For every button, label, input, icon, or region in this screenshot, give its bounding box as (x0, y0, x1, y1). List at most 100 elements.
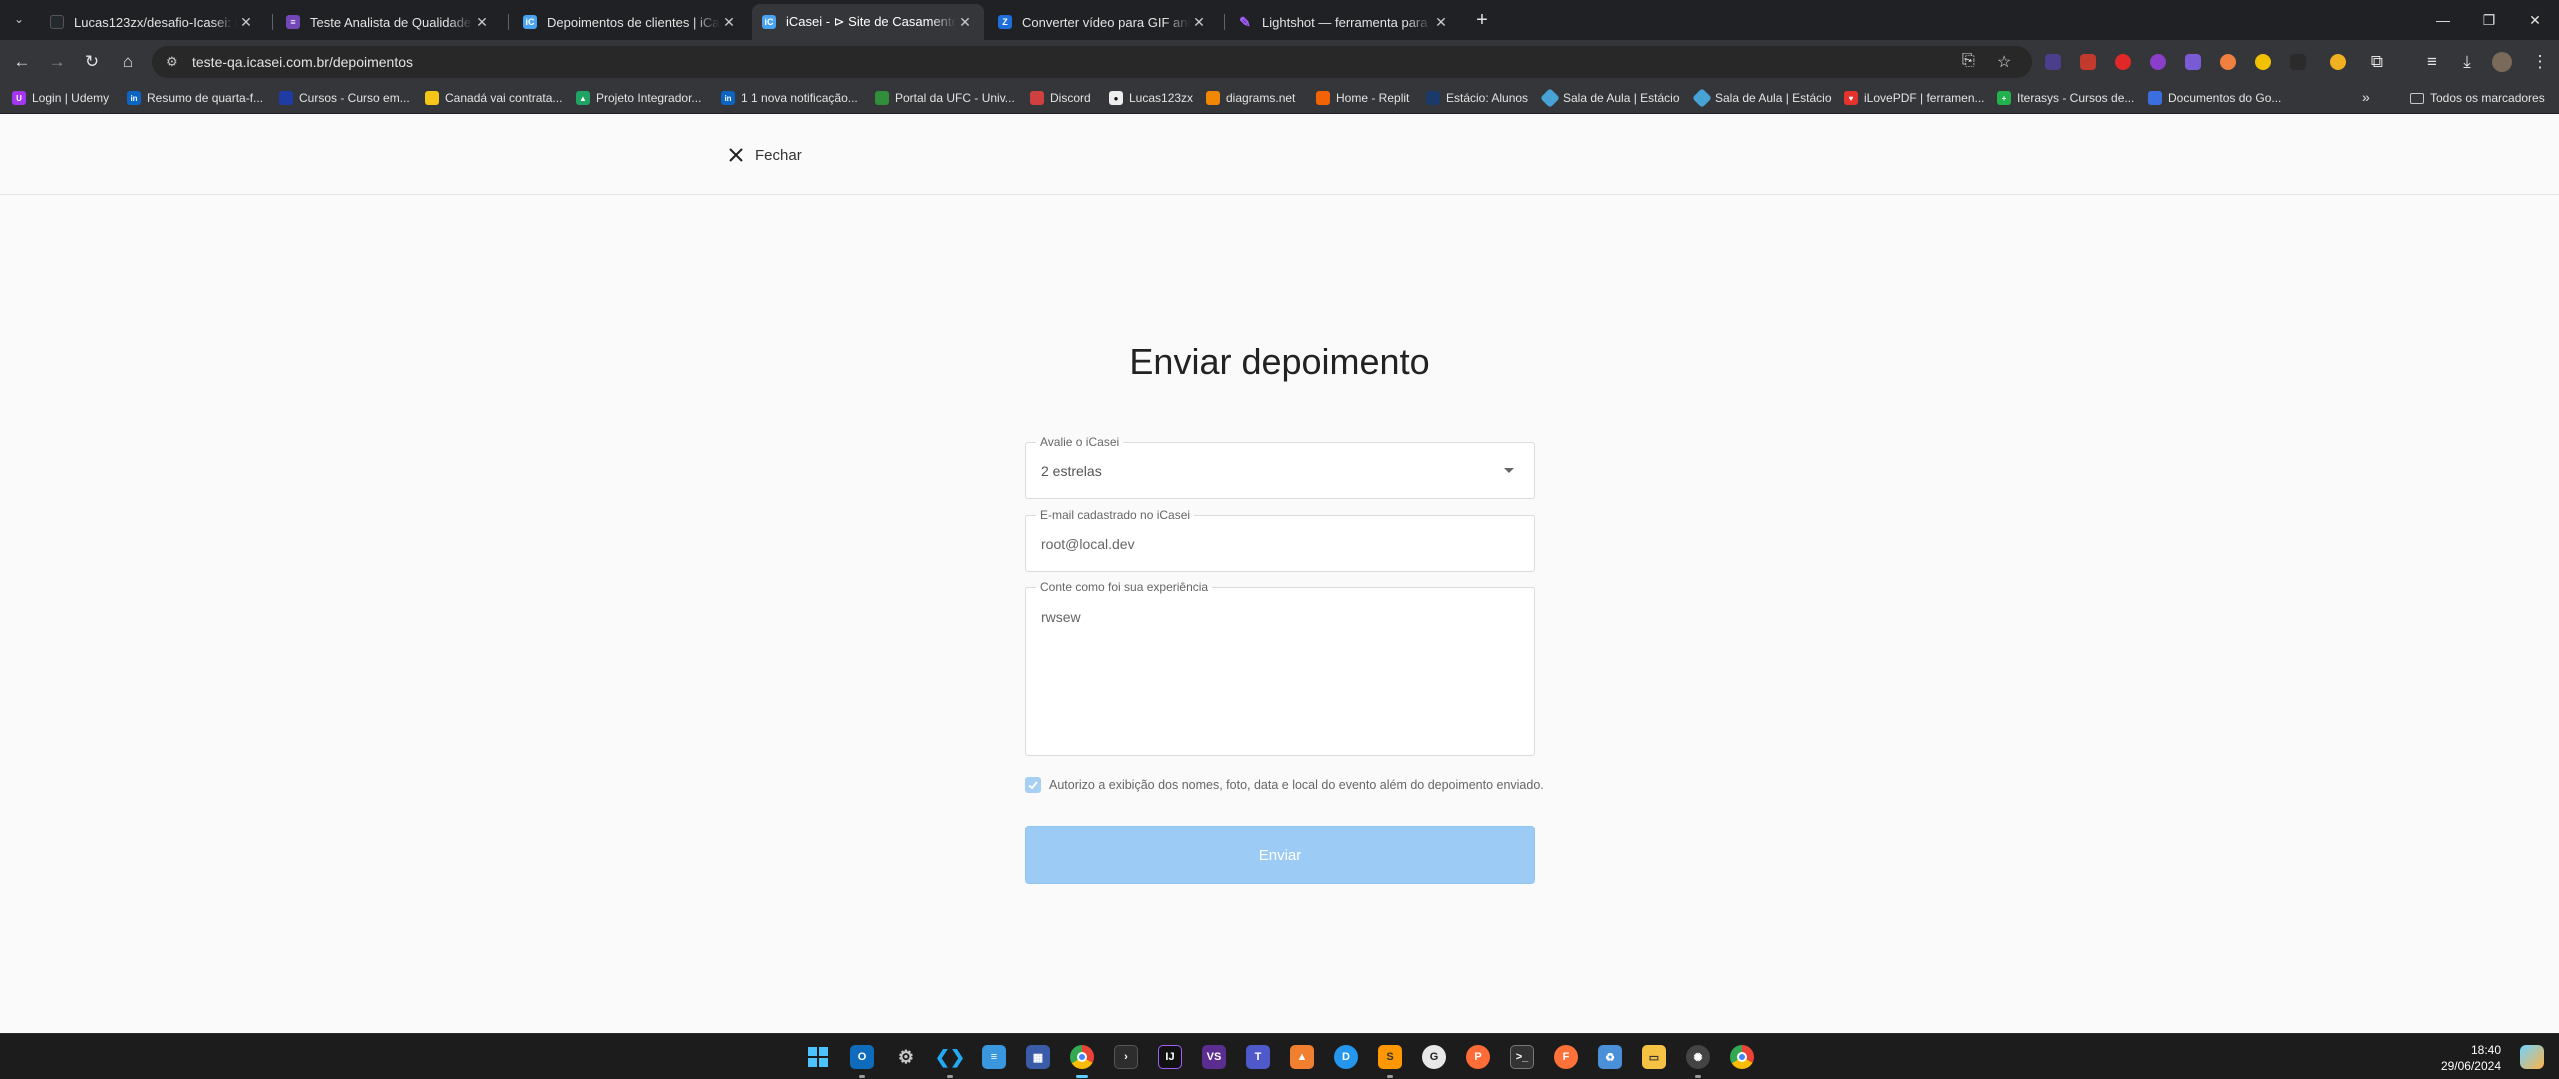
extension-icon[interactable] (2330, 54, 2346, 70)
bookmark-item[interactable]: Discord (1030, 91, 1091, 105)
bookmark-item[interactable]: Portal da UFC - Univ... (875, 91, 1015, 105)
windows-start-icon[interactable] (806, 1045, 830, 1069)
reading-list-icon[interactable]: ≡ (2420, 50, 2444, 74)
submit-button[interactable]: Enviar (1025, 826, 1535, 884)
close-tab-icon[interactable]: ✕ (720, 14, 738, 31)
bookmark-label: Cursos - Curso em... (299, 91, 410, 105)
app-icon[interactable]: ▲ (1290, 1045, 1314, 1069)
browser-tab[interactable]: ✎ Lightshot — ferramenta para ca ✕ (1228, 4, 1460, 40)
new-tab-icon[interactable]: + (1470, 8, 1494, 32)
back-icon[interactable]: ← (10, 50, 34, 74)
docker-icon[interactable]: D (1334, 1045, 1358, 1069)
notepad-icon[interactable]: ≡ (982, 1045, 1006, 1069)
os-taskbar: O ⚙ ❮❯ ≡ ▦ › IJ VS T ▲ D S G P >_ F ♻ ▭ … (0, 1033, 2559, 1079)
email-field[interactable]: E-mail cadastrado no iCasei root@local.d… (1025, 508, 1535, 572)
close-tab-icon[interactable]: ✕ (956, 14, 974, 31)
minimize-icon[interactable]: — (2420, 6, 2466, 34)
teams-icon[interactable]: T (1246, 1045, 1270, 1069)
close-button[interactable]: Fechar (726, 145, 802, 165)
chrome-icon[interactable] (1070, 1045, 1094, 1069)
bookmark-item[interactable]: U Login | Udemy (12, 91, 109, 105)
bookmark-item[interactable]: Home - Replit (1316, 91, 1409, 105)
diagrams-icon (1206, 91, 1220, 105)
jetbrains-icon[interactable]: IJ (1158, 1045, 1182, 1069)
browser-tab[interactable]: Lucas123zx/desafio-Icasei: Rep ✕ (40, 4, 265, 40)
bookmark-item[interactable]: ● Lucas123zx (1109, 91, 1193, 105)
avatar[interactable] (2492, 52, 2512, 72)
github-desktop-icon[interactable]: G (1422, 1045, 1446, 1069)
estacio-icon (1540, 88, 1560, 108)
extension-icon[interactable] (2045, 54, 2061, 70)
visual-studio-icon[interactable]: VS (1202, 1045, 1226, 1069)
recycle-bin-icon[interactable]: ♻ (1598, 1045, 1622, 1069)
lightshot-icon: ✎ (1239, 13, 1251, 30)
bookmark-item[interactable]: Canadá vai contrata... (425, 91, 562, 105)
bookmark-item[interactable]: in 1 1 nova notificação... (721, 91, 858, 105)
reload-icon[interactable]: ↻ (80, 50, 104, 74)
browser-tab[interactable]: Z Converter vídeo para GIF anima ✕ (988, 4, 1218, 40)
browser-tab[interactable]: iC Depoimentos de clientes | iCas ✕ (513, 4, 748, 40)
sublime-icon[interactable]: S (1378, 1045, 1402, 1069)
firefox-icon[interactable]: F (1554, 1045, 1578, 1069)
system-clock[interactable]: 18:40 29/06/2024 (2441, 1042, 2501, 1074)
vscode-icon[interactable]: ❮❯ (935, 1045, 965, 1069)
cmd-icon[interactable]: >_ (1510, 1045, 1534, 1069)
store-icon[interactable]: ▦ (1026, 1045, 1050, 1069)
experience-textarea[interactable]: Conte como foi sua experiência rwsew (1025, 580, 1535, 756)
consent-checkbox-row[interactable]: Autorizo a exibição dos nomes, foto, dat… (1025, 777, 1544, 793)
menu-dots-icon[interactable]: ⋮ (2528, 50, 2552, 74)
extension-icon[interactable] (2115, 54, 2131, 70)
terminal-icon[interactable]: › (1114, 1045, 1138, 1069)
bookmark-item[interactable]: Cursos - Curso em... (279, 91, 410, 105)
bookmark-item[interactable]: ♥ iLovePDF | ferramen... (1844, 91, 1985, 105)
extensions-puzzle-icon[interactable]: ⧉ (2365, 50, 2389, 74)
download-icon[interactable]: ⤓ (2455, 50, 2479, 74)
forward-icon[interactable]: → (45, 50, 69, 74)
close-window-icon[interactable]: ✕ (2512, 6, 2558, 34)
bookmark-item[interactable]: in Resumo de quarta-f... (127, 91, 263, 105)
rating-value: 2 estrelas (1041, 463, 1102, 479)
all-bookmarks-folder[interactable]: Todos os marcadores (2410, 91, 2545, 105)
close-tab-icon[interactable]: ✕ (1432, 14, 1450, 31)
outlook-icon[interactable]: O (850, 1045, 874, 1069)
url-text[interactable]: teste-qa.icasei.com.br/depoimentos (192, 54, 413, 70)
bookmark-item[interactable]: Documentos do Go... (2148, 91, 2281, 105)
all-bookmarks-label: Todos os marcadores (2430, 91, 2545, 105)
bookmark-item[interactable]: + Iterasys - Cursos de... (1997, 91, 2134, 105)
postman-icon[interactable]: P (1466, 1045, 1490, 1069)
bookmark-item[interactable]: Sala de Aula | Estácio (1692, 88, 1832, 108)
tab-title: Teste Analista de Qualidade (310, 14, 472, 30)
file-explorer-icon[interactable]: ▭ (1642, 1045, 1666, 1069)
extension-icon[interactable] (2290, 54, 2306, 70)
install-app-icon[interactable]: ⎘ (1962, 52, 1975, 70)
rating-select[interactable]: Avalie o iCasei 2 estrelas (1025, 435, 1535, 499)
extension-icon[interactable] (2220, 54, 2236, 70)
consent-checkbox[interactable] (1025, 777, 1041, 793)
extension-icon[interactable] (2080, 54, 2096, 70)
bookmark-star-icon[interactable]: ☆ (1997, 52, 2011, 72)
site-info-icon[interactable]: ⚙ (166, 54, 178, 70)
home-icon[interactable]: ⌂ (116, 50, 140, 74)
tab-divider (272, 14, 273, 30)
browser-tab[interactable]: ≡ Teste Analista de Qualidade ✕ (276, 4, 501, 40)
bookmark-item[interactable]: diagrams.net (1206, 91, 1295, 105)
extension-icon[interactable] (2255, 54, 2271, 70)
bookmark-item[interactable]: ▲ Projeto Integrador... (576, 91, 701, 105)
address-bar[interactable]: ⚙ teste-qa.icasei.com.br/depoimentos ⎘ ☆ (152, 46, 2032, 78)
copilot-icon[interactable] (2520, 1045, 2544, 1069)
chatgpt-icon[interactable]: ✺ (1686, 1045, 1710, 1069)
chrome-icon[interactable] (1730, 1045, 1754, 1069)
extension-icon[interactable] (2150, 54, 2166, 70)
restore-icon[interactable]: ❐ (2466, 6, 2512, 34)
close-tab-icon[interactable]: ✕ (473, 14, 491, 31)
more-bookmarks-icon[interactable]: » (2362, 89, 2370, 105)
bookmark-item[interactable]: Sala de Aula | Estácio (1540, 88, 1680, 108)
close-tab-icon[interactable]: ✕ (237, 14, 255, 31)
bookmark-item[interactable]: Estácio: Alunos (1426, 91, 1528, 105)
browser-tab-active[interactable]: iC iCasei - ⊳ Site de Casamento iC ✕ (752, 4, 984, 40)
settings-icon[interactable]: ⚙ (894, 1045, 918, 1069)
tab-search-icon[interactable]: ⌄ (8, 8, 30, 30)
extension-icon[interactable] (2185, 54, 2201, 70)
tab-divider (1224, 14, 1225, 30)
close-tab-icon[interactable]: ✕ (1190, 14, 1208, 31)
